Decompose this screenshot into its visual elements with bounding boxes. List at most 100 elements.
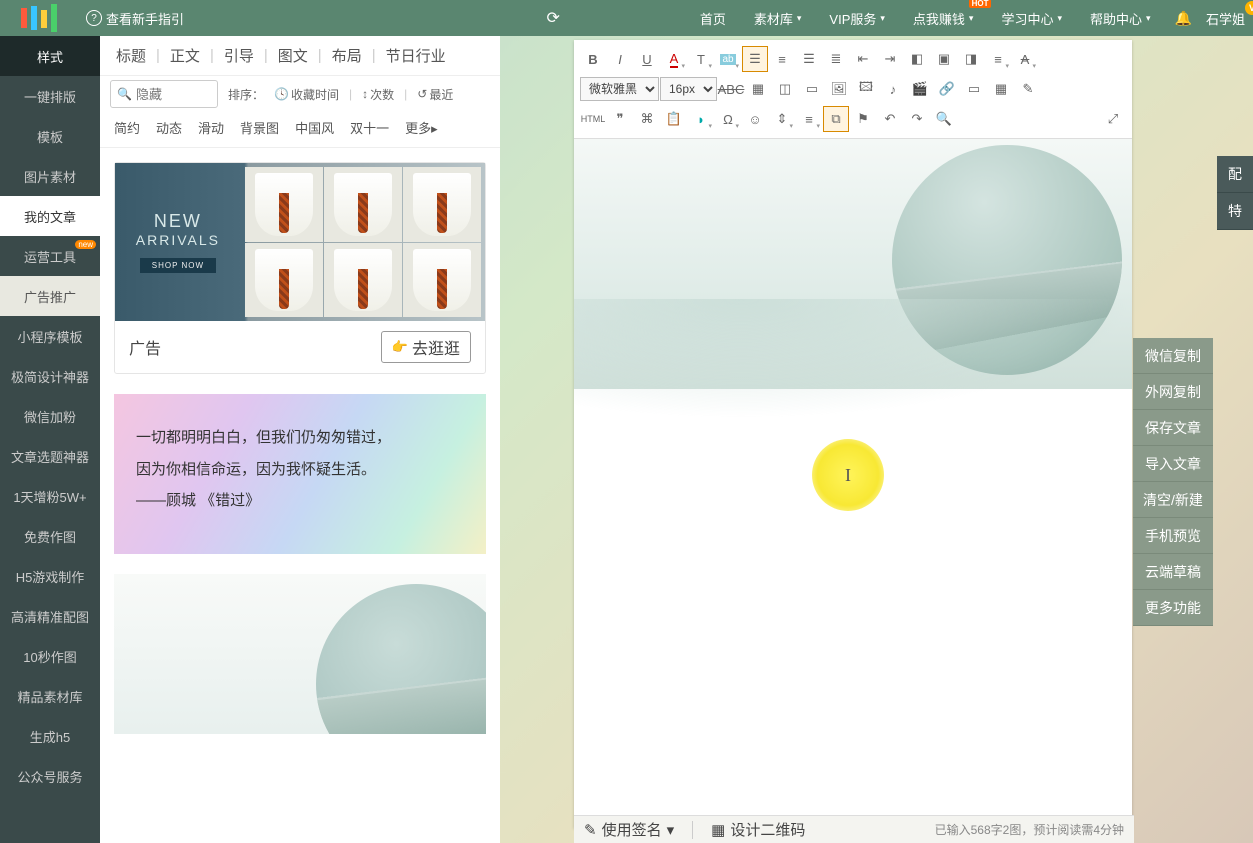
search-button[interactable]: 🔍 — [931, 106, 957, 132]
sidebar-item-10[interactable]: 文章选题神器 — [0, 436, 100, 476]
design-qr-button[interactable]: ▦ 设计二维码 — [711, 819, 805, 840]
border-button[interactable]: ▭ — [799, 76, 825, 102]
nav-help[interactable]: 帮助中心 — [1090, 9, 1151, 28]
sidebar-item-9[interactable]: 微信加粉 — [0, 396, 100, 436]
sidebar-item-2[interactable]: 模板 — [0, 116, 100, 156]
link-button[interactable]: 🔗 — [934, 76, 960, 102]
font-size-select[interactable]: 16px — [660, 77, 717, 101]
quote-button[interactable]: ❞ — [607, 106, 633, 132]
section-button[interactable]: ▦ — [745, 76, 771, 102]
sidebar-item-4[interactable]: 我的文章 — [0, 196, 100, 236]
action-4[interactable]: 清空/新建 — [1133, 482, 1213, 518]
align-center-button[interactable]: ≡ — [769, 46, 795, 72]
quote-template[interactable]: 一切都明明白白，但我们仍匆匆错过， 因为你相信命运，因为我怀疑生活。 ——顾城 … — [114, 394, 486, 554]
code-button[interactable]: ⌘ — [634, 106, 660, 132]
sidebar-item-0[interactable]: 样式 — [0, 36, 100, 76]
action-0[interactable]: 微信复制 — [1133, 338, 1213, 374]
strikethrough-button[interactable]: ABC — [718, 76, 744, 102]
sidebar-item-6[interactable]: 广告推广 — [0, 276, 100, 316]
bridge-template[interactable] — [114, 574, 486, 734]
cat-chinese[interactable]: 中国风 — [295, 118, 334, 137]
float-none-button[interactable]: ▣ — [931, 46, 957, 72]
tab-body[interactable]: 正文 — [166, 45, 204, 66]
nav-learn[interactable]: 学习中心 — [1001, 9, 1062, 28]
tab-title[interactable]: 标题 — [112, 45, 150, 66]
bold-button[interactable]: B — [580, 46, 606, 72]
bookmark-button[interactable]: ⧉ — [823, 106, 849, 132]
list-button[interactable]: ≡▾ — [796, 106, 822, 132]
highlight-button[interactable]: ab▾ — [715, 46, 741, 72]
nav-earn[interactable]: 点我赚钱HOT — [913, 9, 974, 28]
outdent-button[interactable]: ⇤ — [850, 46, 876, 72]
align-left-button[interactable]: ☰ — [742, 46, 768, 72]
float-right-button[interactable]: ◨ — [958, 46, 984, 72]
sidebar-item-16[interactable]: 精品素材库 — [0, 676, 100, 716]
action-5[interactable]: 手机预览 — [1133, 518, 1213, 554]
sidebar-item-12[interactable]: 免费作图 — [0, 516, 100, 556]
cat-more[interactable]: 更多▸ — [405, 118, 438, 137]
use-signature-button[interactable]: ✎ 使用签名 ▾ — [584, 819, 674, 840]
search-input[interactable] — [136, 87, 206, 102]
sidebar-item-18[interactable]: 公众号服务 — [0, 756, 100, 796]
omega-button[interactable]: Ω▾ — [715, 106, 741, 132]
flag-button[interactable]: ⚑ — [850, 106, 876, 132]
sort-by-recent[interactable]: ↺ 最近 — [417, 86, 453, 103]
sidebar-item-13[interactable]: H5游戏制作 — [0, 556, 100, 596]
action-3[interactable]: 导入文章 — [1133, 446, 1213, 482]
editor-canvas[interactable]: I — [574, 139, 1132, 828]
shape-button[interactable]: ◗▾ — [688, 106, 714, 132]
undo-button[interactable]: ↶ — [877, 106, 903, 132]
sidebar-item-7[interactable]: 小程序模板 — [0, 316, 100, 356]
html-button[interactable]: HTML — [580, 106, 606, 132]
panel-body[interactable]: NEW ARRIVALS SHOP NOW 广告 👉 去逛逛 一切都明明白白，但… — [100, 148, 500, 843]
bell-icon[interactable]: 🔔 — [1175, 10, 1192, 27]
go-shop-button[interactable]: 👉 去逛逛 — [381, 331, 471, 363]
tab-festival[interactable]: 节日行业 — [382, 45, 450, 66]
font-family-select[interactable]: 微软雅黑 — [580, 77, 659, 101]
nav-home[interactable]: 首页 — [700, 9, 726, 28]
rtab-effect[interactable]: 特 — [1217, 193, 1253, 230]
font-color-button[interactable]: A▾ — [661, 46, 687, 72]
refresh-icon[interactable]: ⟳ — [546, 8, 559, 28]
redo-button[interactable]: ↷ — [904, 106, 930, 132]
video-button[interactable]: 🎬 — [907, 76, 933, 102]
nav-materials[interactable]: 素材库 — [754, 9, 802, 28]
sidebar-item-8[interactable]: 极简设计神器 — [0, 356, 100, 396]
sidebar-item-15[interactable]: 10秒作图 — [0, 636, 100, 676]
sidebar-item-11[interactable]: 1天增粉5W+ — [0, 476, 100, 516]
sidebar-item-3[interactable]: 图片素材 — [0, 156, 100, 196]
align-right-button[interactable]: ☰ — [796, 46, 822, 72]
eyedropper-button[interactable]: ✎ — [1015, 76, 1041, 102]
cat-dynamic[interactable]: 动态 — [156, 118, 182, 137]
rtab-color[interactable]: 配 — [1217, 156, 1253, 193]
cat-simple[interactable]: 简约 — [114, 118, 140, 137]
float-left-button[interactable]: ◧ — [904, 46, 930, 72]
expand-button[interactable]: ⤢ — [1100, 106, 1126, 132]
search-box[interactable]: 🔍 — [110, 80, 218, 108]
tab-guide[interactable]: 引导 — [220, 45, 258, 66]
linespacing-button[interactable]: ⇕▾ — [769, 106, 795, 132]
card-button[interactable]: ▭ — [961, 76, 987, 102]
split-button[interactable]: ◫ — [772, 76, 798, 102]
italic-button[interactable]: I — [607, 46, 633, 72]
action-7[interactable]: 更多功能 — [1133, 590, 1213, 626]
cat-bg[interactable]: 背景图 — [240, 118, 279, 137]
sidebar-item-5[interactable]: 运营工具new — [0, 236, 100, 276]
action-6[interactable]: 云端草稿 — [1133, 554, 1213, 590]
paste-button[interactable]: 📋 — [661, 106, 687, 132]
table-button[interactable]: ▦ — [988, 76, 1014, 102]
newbie-guide-link[interactable]: 查看新手指引 — [86, 9, 184, 28]
logo[interactable] — [8, 2, 78, 34]
nav-vip[interactable]: VIP服务 — [829, 9, 885, 28]
image-button[interactable]: 🖼 — [826, 76, 852, 102]
audio-button[interactable]: ♪ — [880, 76, 906, 102]
ad-card[interactable]: NEW ARRIVALS SHOP NOW 广告 👉 去逛逛 — [114, 162, 486, 374]
action-2[interactable]: 保存文章 — [1133, 410, 1213, 446]
sort-by-count[interactable]: ↕ 次数 — [362, 86, 394, 103]
multi-image-button[interactable]: 🖾 — [853, 76, 879, 102]
tab-layout[interactable]: 布局 — [328, 45, 366, 66]
underline-button[interactable]: U — [634, 46, 660, 72]
cat-1111[interactable]: 双十一 — [350, 118, 389, 137]
text-style-button[interactable]: T▾ — [688, 46, 714, 72]
clear-format-button[interactable]: A▾ — [1012, 46, 1038, 72]
